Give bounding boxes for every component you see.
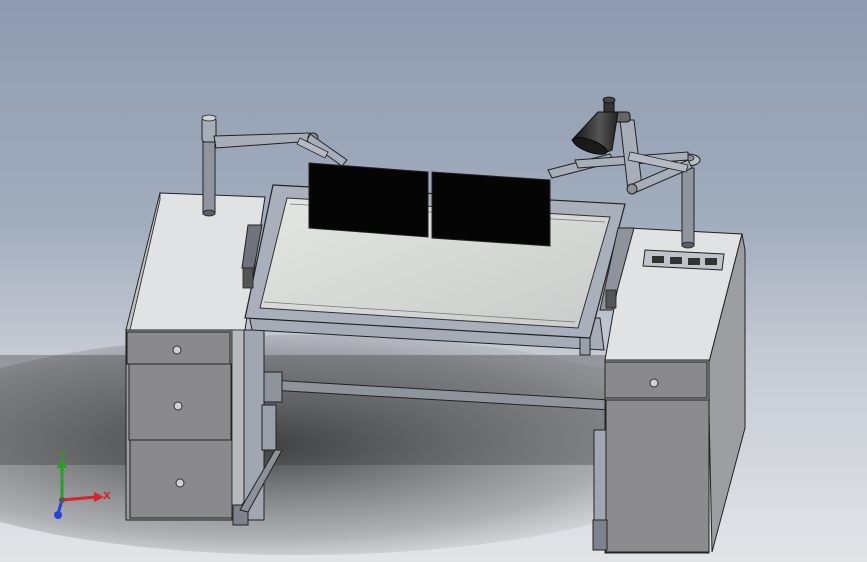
outlet-socket[interactable] xyxy=(670,257,682,264)
drawer-knob[interactable] xyxy=(172,345,182,355)
desk-assembly-scene[interactable]: Y X xyxy=(0,0,867,562)
outlet-socket[interactable] xyxy=(705,258,717,265)
right-cabinet-door[interactable] xyxy=(605,399,710,553)
left-drawer-2[interactable] xyxy=(128,363,232,441)
outlet-socket[interactable] xyxy=(688,258,700,265)
drawer-knob[interactable] xyxy=(173,401,183,411)
triad-x-label: X xyxy=(103,491,111,502)
drawer-knob[interactable] xyxy=(649,378,659,388)
left-monitor[interactable] xyxy=(308,162,429,238)
triad-y-label: Y xyxy=(58,450,67,461)
left-drawer-3[interactable] xyxy=(129,439,233,519)
floor-shadow-band xyxy=(0,355,620,465)
model-viewport[interactable]: Y X xyxy=(0,0,867,562)
drawer-knob[interactable] xyxy=(175,478,185,488)
right-pedestal-cabinet[interactable] xyxy=(604,227,746,554)
right-frame-leg[interactable] xyxy=(592,429,608,551)
power-outlet-panel[interactable] xyxy=(642,249,725,271)
right-monitor[interactable] xyxy=(431,171,551,247)
outlet-socket[interactable] xyxy=(652,256,664,263)
left-drawer-1[interactable] xyxy=(126,331,231,365)
right-drawer-top[interactable] xyxy=(604,361,708,399)
